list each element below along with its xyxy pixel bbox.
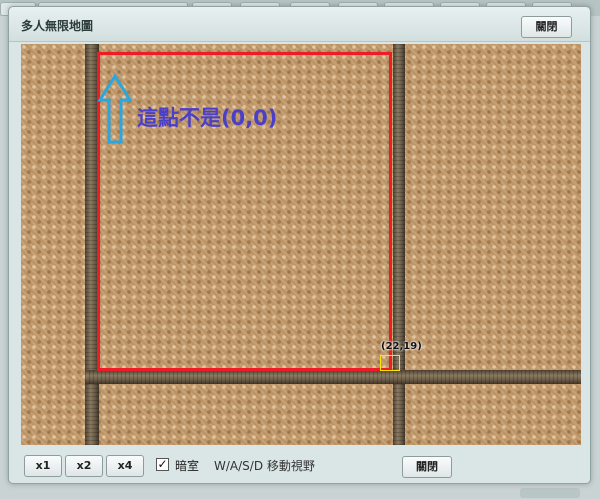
map-viewport[interactable]: (22,19) 這點不是(0,0) (21, 44, 581, 445)
road-vertical-right (393, 44, 405, 445)
tile-coordinate-label: (22,19) (381, 341, 422, 352)
dialog-title: 多人無限地圖 (21, 19, 94, 33)
dark-room-label: 暗室 (175, 459, 200, 473)
infinite-map-dialog: 多人無限地圖 關閉 (22,19) 這點不是(0,0) x1 x2 x4 ✓ 暗… (8, 6, 591, 484)
zoom-x1-button[interactable]: x1 (24, 455, 62, 477)
background-button (520, 488, 580, 498)
zoom-x2-button[interactable]: x2 (65, 455, 103, 477)
dark-room-checkbox[interactable]: ✓ (156, 458, 169, 471)
close-button-top[interactable]: 關閉 (521, 16, 572, 38)
highlight-region (97, 52, 392, 371)
selected-tile (380, 355, 400, 371)
movement-hint: W/A/S/D 移動視野 (214, 459, 315, 473)
annotation-text: 這點不是(0,0) (137, 106, 278, 130)
close-button-bottom[interactable]: 關閉 (402, 456, 452, 478)
up-arrow-icon (97, 74, 133, 144)
dialog-title-bar[interactable]: 多人無限地圖 關閉 (9, 7, 590, 42)
zoom-x4-button[interactable]: x4 (106, 455, 144, 477)
road-horizontal (85, 370, 581, 384)
